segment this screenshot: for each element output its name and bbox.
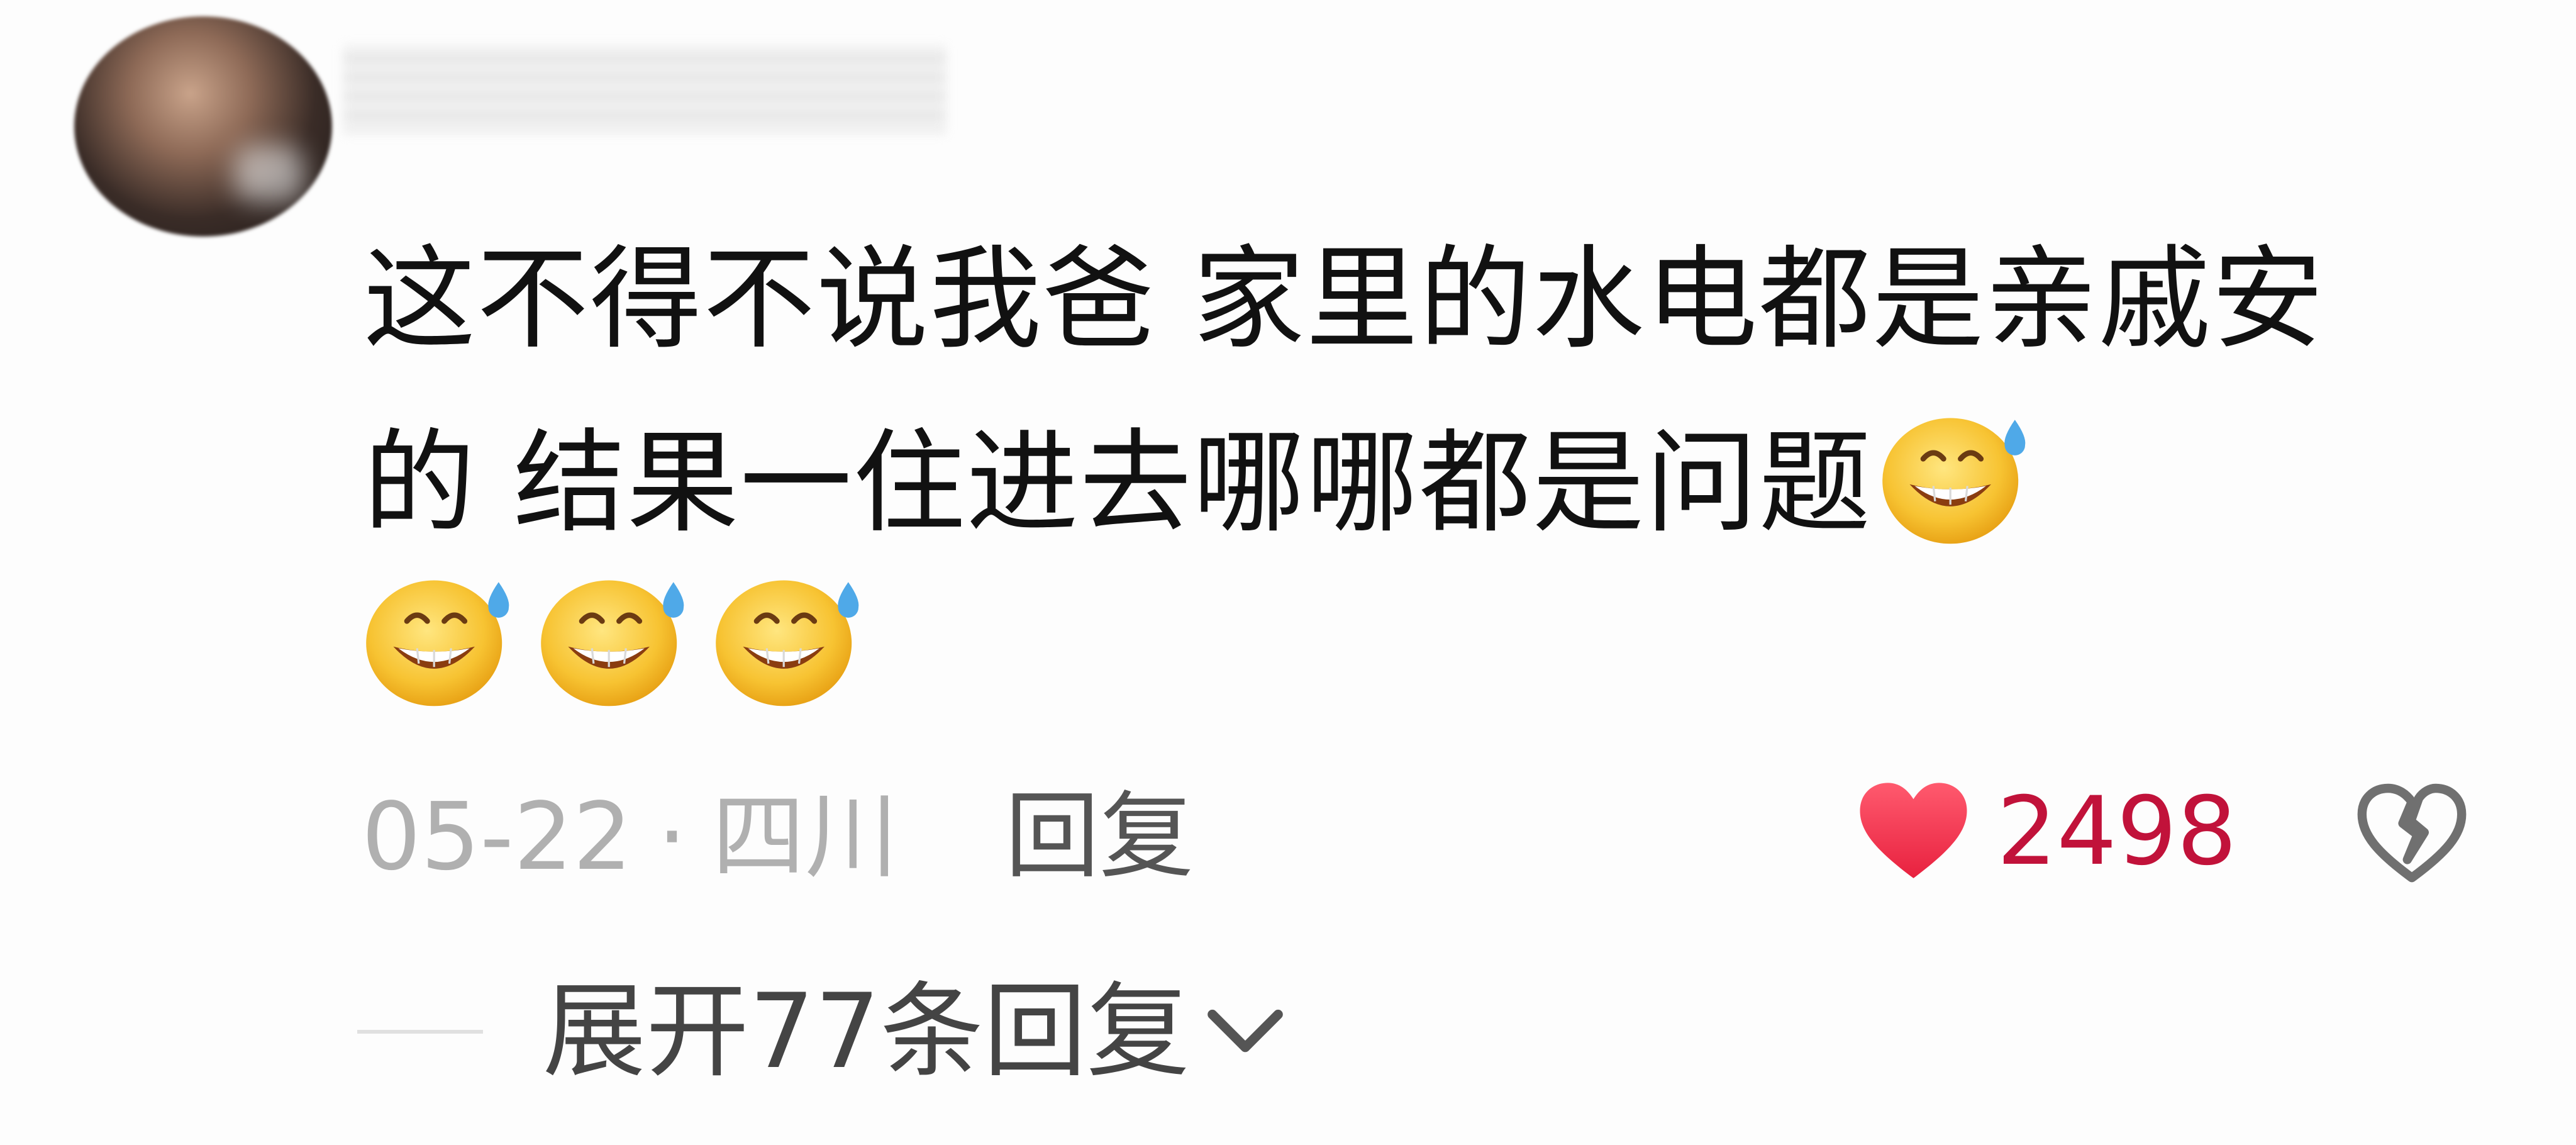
expand-replies-label: 展开77条回复: [543, 971, 1190, 1092]
emoji-row: [356, 561, 880, 725]
comment-meta: 05-22 · 四川 回复: [362, 780, 1194, 893]
broken-heart-icon[interactable]: [2355, 780, 2468, 887]
like-button[interactable]: 2498: [1855, 775, 2237, 888]
reply-button[interactable]: 回复: [1005, 782, 1194, 891]
avatar-highlight: [235, 145, 304, 202]
chevron-down-icon: [1207, 1009, 1283, 1053]
comment-text: 这不得不说我爸 家里的水电都是亲戚安的 结果一住进去哪哪都是问题: [364, 208, 2407, 575]
grinning-sweat-emoji-icon: [1872, 399, 2042, 556]
like-count: 2498: [1997, 777, 2237, 886]
meta-separator: ·: [657, 783, 687, 891]
grinning-sweat-emoji-icon: [706, 561, 875, 718]
expand-divider-line: [357, 1030, 483, 1034]
comment-date: 05-22: [362, 783, 633, 891]
heart-icon: [1860, 783, 1967, 878]
expand-replies-button[interactable]: 展开77条回复: [357, 969, 1289, 1095]
comment-card: 这不得不说我爸 家里的水电都是亲戚安的 结果一住进去哪哪都是问题 05-22 · 四…: [0, 0, 2576, 1145]
grinning-sweat-emoji-icon: [356, 561, 526, 718]
username-blurred[interactable]: [343, 45, 947, 133]
comment-location: 四川: [712, 783, 899, 891]
avatar[interactable]: [74, 16, 332, 237]
grinning-sweat-emoji-icon: [531, 561, 701, 718]
